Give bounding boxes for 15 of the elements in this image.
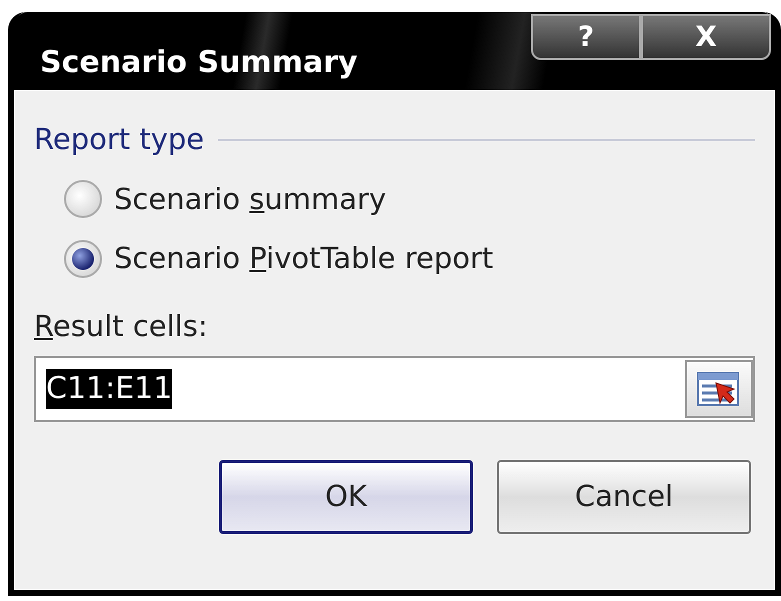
range-select-icon <box>696 369 742 409</box>
result-cells-field[interactable]: C11:E11 <box>34 356 755 422</box>
group-label: Report type <box>34 121 204 158</box>
close-button[interactable]: X <box>641 14 771 60</box>
range-picker-button[interactable] <box>685 360 753 418</box>
field-value: C11:E11 <box>46 369 172 409</box>
field-label: Result cells: <box>34 308 209 344</box>
option-label: Scenario PivotTable report <box>114 240 494 277</box>
radio-button[interactable] <box>64 180 102 218</box>
radio-button[interactable] <box>64 240 102 278</box>
ok-button[interactable]: OK <box>219 460 473 534</box>
option-label: Scenario summary <box>114 180 386 218</box>
window-title: Scenario Summary <box>40 48 358 78</box>
help-button[interactable]: ? <box>531 14 641 60</box>
cancel-button[interactable]: Cancel <box>497 460 751 534</box>
